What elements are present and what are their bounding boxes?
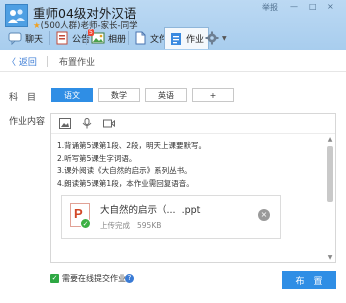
- tab-divider: [128, 31, 129, 45]
- video-icon[interactable]: [103, 118, 115, 129]
- report-link[interactable]: 举报: [262, 2, 278, 13]
- tab-label: 聊天: [25, 34, 44, 45]
- album-badge: 5: [88, 29, 94, 36]
- page-title: 布置作业: [59, 58, 96, 68]
- tab-divider: [86, 31, 87, 45]
- back-button[interactable]: 〈 返回: [7, 55, 37, 68]
- tab-divider: [49, 31, 50, 45]
- upload-success-icon: ✓: [80, 218, 91, 229]
- homework-editor[interactable]: 1.背诵第5课第1段、2段，明天上课要默写。 2.听写第5课生字词语。 3.课外…: [50, 113, 336, 263]
- chevron-down-icon: ▼: [222, 34, 227, 42]
- online-submit-label[interactable]: 需要在线提交作业: [62, 273, 126, 284]
- minimize-icon[interactable]: —: [290, 2, 298, 11]
- homework-line: 1.背诵第5课第1段、2段，明天上课要默写。: [57, 141, 206, 150]
- scrollbar-thumb[interactable]: [327, 146, 333, 202]
- scroll-down-icon[interactable]: ▼: [326, 254, 334, 262]
- homework-line: 3.课外阅读《大自然的启示》系列丛书。: [57, 166, 192, 175]
- tab-bar: 聊天 公告 5 相册 文件 作业 ▼: [0, 26, 346, 50]
- group-avatar[interactable]: [5, 4, 28, 27]
- editor-text[interactable]: 1.背诵第5课第1段、2段，明天上课要默写。 2.听写第5课生字词语。 3.课外…: [57, 140, 325, 190]
- tab-homework[interactable]: 作业: [164, 27, 210, 49]
- add-subject-button[interactable]: +: [192, 88, 234, 102]
- subject-chinese[interactable]: 语文: [51, 88, 93, 102]
- window-header: 重师04级对外汉语 ★(500人群)老师-家长-同学 举报 — □ × 聊天 公…: [0, 0, 346, 50]
- homework-line: 2.听写第5课生字词语。: [57, 153, 137, 163]
- close-icon[interactable]: ×: [327, 2, 334, 11]
- tab-label: 作业: [186, 35, 205, 45]
- gear-icon: [205, 31, 219, 45]
- attachment-status: 上传完成 595KB: [100, 221, 162, 230]
- online-submit-checkbox[interactable]: ✓: [50, 274, 59, 283]
- image-icon[interactable]: [59, 118, 71, 129]
- file-icon: [133, 31, 147, 45]
- audio-icon[interactable]: [81, 118, 93, 129]
- attachment-name: 大自然的启示（... .ppt: [100, 205, 201, 216]
- album-icon: 5: [88, 29, 105, 45]
- tab-settings[interactable]: ▼: [205, 27, 227, 49]
- tab-announcement[interactable]: 公告: [55, 27, 90, 49]
- remove-attachment-icon[interactable]: ×: [258, 209, 270, 221]
- tab-album[interactable]: 5 相册: [88, 27, 127, 49]
- group-avatar-icon: [8, 9, 25, 23]
- maximize-icon[interactable]: □: [309, 2, 317, 11]
- divider: [47, 56, 48, 67]
- subject-math[interactable]: 数学: [98, 88, 140, 102]
- tab-label: 相册: [108, 34, 127, 45]
- assign-button[interactable]: 布 置: [282, 271, 336, 289]
- homework-line: 4.朗读第5课第1段，本作业需回复语音。: [57, 178, 194, 188]
- editor-scrollbar[interactable]: ▲ ▼: [326, 136, 334, 262]
- content-label: 作业内容: [9, 117, 46, 127]
- subheader: 〈 返回 布置作业: [0, 50, 346, 72]
- scroll-up-icon[interactable]: ▲: [326, 136, 334, 144]
- attachment-card[interactable]: P ✓ 大自然的启示（... .ppt 上传完成 595KB ×: [61, 195, 281, 239]
- subject-label: 科 目: [9, 93, 37, 103]
- ppt-file-icon: P ✓: [70, 203, 91, 229]
- editor-toolbar: [51, 114, 335, 134]
- tab-file[interactable]: 文件: [133, 27, 168, 49]
- chat-icon: [8, 31, 22, 46]
- help-icon[interactable]: ?: [125, 274, 134, 283]
- homework-icon: [169, 32, 183, 46]
- tab-chat[interactable]: 聊天: [8, 27, 43, 49]
- subject-english[interactable]: 英语: [145, 88, 187, 102]
- announcement-icon: [55, 31, 69, 45]
